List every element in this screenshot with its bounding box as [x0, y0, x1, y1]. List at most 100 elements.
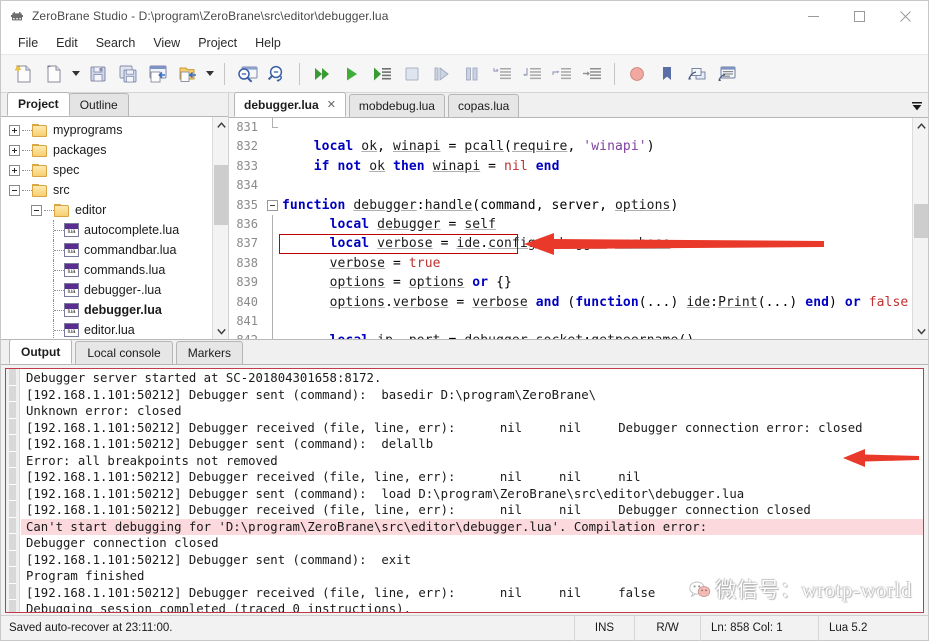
fold-guide: [272, 253, 273, 274]
run-to-cursor-button[interactable]: [367, 59, 397, 89]
toolbar-separator: [614, 62, 615, 85]
save-all-button[interactable]: [113, 59, 143, 89]
find-replace-button[interactable]: [262, 59, 292, 89]
tree-item[interactable]: lua commandbar.lua: [1, 240, 228, 260]
fold-column[interactable]: [266, 137, 282, 156]
editor-tab-mobdebug-lua[interactable]: mobdebug.lua: [348, 94, 445, 117]
run-button[interactable]: [337, 59, 367, 89]
fold-column[interactable]: [266, 273, 282, 293]
code-line: 835 function debugger:handle(command, ser…: [229, 195, 912, 215]
step-out-button[interactable]: [517, 59, 547, 89]
tree-expander[interactable]: [9, 164, 20, 176]
minimize-button[interactable]: [790, 1, 836, 31]
tree-item[interactable]: editor: [1, 200, 228, 220]
open-file-dropdown[interactable]: [69, 59, 83, 89]
line-number: 833: [229, 156, 266, 177]
toggle-breakpoint-button[interactable]: [622, 59, 652, 89]
fold-column[interactable]: [266, 196, 282, 215]
trace-button[interactable]: [577, 59, 607, 89]
editor-scrollbar[interactable]: [912, 118, 928, 339]
start-debug-button[interactable]: [307, 59, 337, 89]
tab-markers[interactable]: Markers: [175, 341, 244, 364]
tree-item-label: editor.lua: [84, 323, 135, 337]
tree-expander[interactable]: [9, 184, 20, 196]
tree-expander[interactable]: [9, 144, 20, 156]
line-number: 836: [229, 214, 266, 235]
fold-column[interactable]: [266, 311, 282, 332]
tree-item[interactable]: lua commands.lua: [1, 260, 228, 280]
output-line: [192.168.1.101:50212] Debugger sent (com…: [26, 387, 597, 402]
tree-expander[interactable]: [9, 124, 20, 136]
status-bar: Saved auto-recover at 23:11:00. INS R/W …: [1, 615, 928, 641]
toggle-bookmark-button[interactable]: [652, 59, 682, 89]
output-gutter-marker: [9, 501, 16, 518]
close-file-button[interactable]: [143, 59, 173, 89]
save-button[interactable]: [83, 59, 113, 89]
fold-collapse-icon[interactable]: [267, 199, 278, 211]
tab-output[interactable]: Output: [9, 339, 73, 364]
step-over-button[interactable]: [427, 59, 457, 89]
menu-help[interactable]: Help: [246, 34, 290, 52]
output-console[interactable]: Debugger server started at SC-2018043016…: [5, 368, 924, 613]
step-next-button[interactable]: [547, 59, 577, 89]
sidebar-scrollbar[interactable]: [212, 117, 228, 339]
editor-scroll-thumb[interactable]: [914, 204, 928, 238]
tree-item[interactable]: lua debugger-.lua: [1, 280, 228, 300]
scroll-down-icon[interactable]: [913, 323, 928, 339]
editor-tab-copas-lua[interactable]: copas.lua: [447, 94, 520, 117]
scroll-down-icon[interactable]: [213, 323, 228, 339]
menu-search[interactable]: Search: [87, 34, 145, 52]
code-line: 837 local verbose = ide.config.debugger.…: [229, 234, 912, 254]
find-button[interactable]: [232, 59, 262, 89]
tree-item[interactable]: myprograms: [1, 120, 228, 140]
tree-item[interactable]: src: [1, 180, 228, 200]
tree-item[interactable]: spec: [1, 160, 228, 180]
menu-edit[interactable]: Edit: [47, 34, 87, 52]
line-number: 837: [229, 234, 266, 254]
tree-expander[interactable]: [31, 204, 42, 216]
code-editor[interactable]: 831 832 local ok, winapi = pcall(require,…: [229, 118, 928, 339]
close-all-dropdown[interactable]: [203, 59, 217, 89]
fold-column[interactable]: [266, 331, 282, 339]
stop-button[interactable]: [397, 59, 427, 89]
close-button[interactable]: [882, 1, 928, 31]
new-file-button[interactable]: [9, 59, 39, 89]
code-text: function debugger:handle(command, server…: [282, 197, 679, 213]
tree-guide: [22, 129, 32, 131]
scroll-up-icon[interactable]: [213, 117, 228, 133]
menu-file[interactable]: File: [9, 34, 47, 52]
fold-column[interactable]: [266, 253, 282, 274]
fold-column[interactable]: [266, 234, 282, 254]
tree-item[interactable]: lua autocomplete.lua: [1, 220, 228, 240]
pause-button[interactable]: [457, 59, 487, 89]
step-into-button[interactable]: [487, 59, 517, 89]
maximize-button[interactable]: [836, 1, 882, 31]
output-line: [192.168.1.101:50212] Debugger sent (com…: [26, 552, 411, 567]
tree-item[interactable]: packages: [1, 140, 228, 160]
fold-column[interactable]: [266, 292, 282, 312]
menu-project[interactable]: Project: [189, 34, 246, 52]
tab-local-console[interactable]: Local console: [75, 341, 173, 364]
sidebar-tab-project[interactable]: Project: [7, 92, 70, 116]
tree-item-label: packages: [53, 143, 107, 157]
fold-column[interactable]: [266, 176, 282, 195]
scroll-up-icon[interactable]: [913, 118, 928, 134]
editor-tab-list-dropdown[interactable]: [910, 99, 924, 113]
folder-icon: [32, 183, 48, 197]
tree-item[interactable]: lua debugger.lua: [1, 300, 228, 320]
editor-tab-debugger-lua[interactable]: debugger.lua ✕: [234, 92, 346, 117]
sidebar-scroll-thumb[interactable]: [214, 165, 228, 225]
open-file-button[interactable]: [39, 59, 69, 89]
watch-window-button[interactable]: [712, 59, 742, 89]
tree-item[interactable]: lua editor.lua: [1, 320, 228, 339]
fold-column[interactable]: [266, 118, 282, 137]
window-title: ZeroBrane Studio - D:\program\ZeroBrane\…: [32, 9, 389, 23]
output-gutter-marker: [9, 435, 16, 452]
stack-view-button[interactable]: [682, 59, 712, 89]
close-icon[interactable]: ✕: [327, 98, 336, 111]
sidebar-tab-outline[interactable]: Outline: [68, 93, 129, 116]
fold-column[interactable]: [266, 214, 282, 235]
close-all-button[interactable]: [173, 59, 203, 89]
fold-column[interactable]: [266, 157, 282, 176]
menu-view[interactable]: View: [144, 34, 189, 52]
